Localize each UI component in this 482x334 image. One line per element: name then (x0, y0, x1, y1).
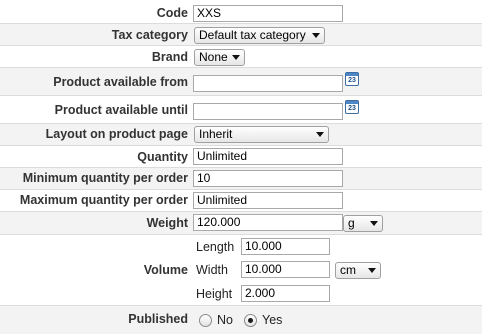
quantity-label: Quantity (137, 150, 188, 164)
min-quantity-input[interactable]: 10 (193, 170, 343, 187)
row-min-quantity: Minimum quantity per order 10 (0, 168, 482, 190)
tax-category-value: Default tax category (199, 28, 306, 42)
available-from-input[interactable] (193, 75, 343, 92)
code-label: Code (156, 6, 188, 20)
row-brand: Brand None (0, 46, 482, 68)
published-no-label[interactable]: No (217, 313, 233, 327)
volume-unit-select[interactable]: cm (335, 262, 381, 279)
chevron-down-icon (368, 268, 376, 273)
weight-label: Weight (146, 216, 188, 230)
chevron-down-icon (232, 55, 240, 60)
weight-input[interactable]: 120.000 (193, 214, 343, 231)
height-label: Height (196, 287, 233, 301)
available-until-input[interactable] (193, 103, 343, 120)
width-input[interactable]: 10.000 (241, 261, 330, 278)
published-yes-label[interactable]: Yes (262, 313, 282, 327)
min-quantity-label: Minimum quantity per order (22, 171, 188, 185)
max-quantity-input[interactable]: Unlimited (193, 192, 343, 209)
weight-unit-select[interactable]: g (343, 215, 383, 232)
quantity-input[interactable]: Unlimited (193, 148, 343, 165)
tax-category-select[interactable]: Default tax category (194, 27, 325, 44)
max-quantity-label: Maximum quantity per order (19, 193, 188, 207)
available-from-label: Product available from (53, 75, 188, 89)
row-published: Published No Yes (0, 306, 482, 334)
brand-select[interactable]: None (194, 49, 245, 66)
layout-label: Layout on product page (45, 127, 188, 141)
published-yes-radio[interactable] (244, 314, 257, 327)
row-volume: Volume Length 10.000 Width 10.000 cm Hei… (0, 235, 482, 306)
code-input[interactable]: XXS (193, 5, 343, 22)
length-label: Length (196, 240, 235, 254)
published-label: Published (128, 312, 188, 326)
published-no-radio[interactable] (199, 314, 212, 327)
row-available-until: Product available until 23 (0, 96, 482, 124)
height-input[interactable]: 2.000 (241, 285, 330, 302)
calendar-icon[interactable]: 23 (345, 72, 359, 86)
layout-select[interactable]: Inherit (194, 126, 329, 143)
weight-unit-value: g (348, 216, 355, 230)
product-form: Code XXS Tax category Default tax catego… (0, 0, 482, 334)
row-layout: Layout on product page Inherit (0, 124, 482, 146)
layout-value: Inherit (199, 127, 233, 141)
volume-label: Volume (143, 263, 188, 277)
row-max-quantity: Maximum quantity per order Unlimited (0, 190, 482, 212)
width-label: Width (196, 263, 228, 277)
row-quantity: Quantity Unlimited (0, 146, 482, 168)
brand-label: Brand (151, 50, 188, 64)
chevron-down-icon (312, 33, 320, 38)
row-available-from: Product available from 23 (0, 68, 482, 96)
tax-category-label: Tax category (111, 28, 188, 42)
chevron-down-icon (316, 132, 324, 137)
brand-value: None (199, 50, 228, 64)
row-tax-category: Tax category Default tax category (0, 24, 482, 46)
length-input[interactable]: 10.000 (241, 238, 330, 255)
available-until-label: Product available until (54, 103, 188, 117)
row-code: Code XXS (0, 3, 482, 24)
volume-unit-value: cm (340, 263, 356, 277)
calendar-icon[interactable]: 23 (345, 100, 359, 114)
chevron-down-icon (370, 221, 378, 226)
row-weight: Weight 120.000 g (0, 212, 482, 235)
